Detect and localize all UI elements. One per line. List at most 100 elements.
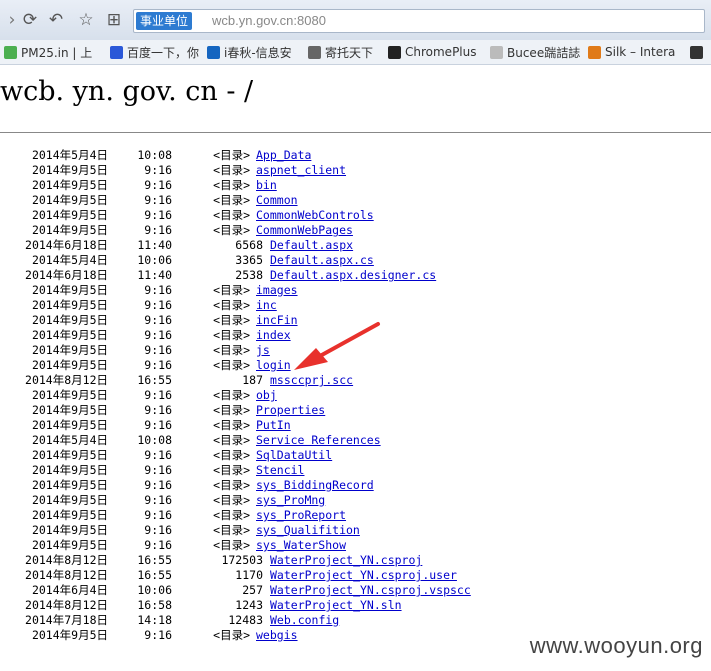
entry-date: 2014年9月5日: [31, 328, 108, 342]
entry-link[interactable]: PutIn: [256, 418, 291, 433]
entry-date: 2014年9月5日: [31, 298, 108, 312]
entry-link[interactable]: webgis: [256, 628, 298, 643]
entry-date: 2014年9月5日: [31, 283, 108, 297]
entry-size: <目录>: [213, 433, 250, 447]
entry-size: <目录>: [213, 478, 250, 492]
entry-link[interactable]: sys_ProMng: [256, 493, 325, 508]
entry-link[interactable]: sys_BiddingRecord: [256, 478, 374, 493]
grid-icon[interactable]: ⊞: [104, 10, 124, 30]
entry-date: 2014年8月12日: [25, 553, 108, 567]
entry-link[interactable]: WaterProject_YN.csproj.vspscc: [270, 583, 471, 598]
entry-date: 2014年6月18日: [25, 238, 108, 252]
entry-link[interactable]: Properties: [256, 403, 325, 418]
entry-date: 2014年9月5日: [31, 538, 108, 552]
entry-date: 2014年9月5日: [31, 628, 108, 642]
entry-time: 9:16: [144, 163, 172, 177]
forward-icon[interactable]: ›: [2, 10, 22, 30]
entry-link[interactable]: CommonWebControls: [256, 208, 374, 223]
bookmark-item[interactable]: Silk – Intera: [588, 40, 675, 64]
entry-date: 2014年6月4日: [31, 583, 108, 597]
bookmarks-bar: PM25.in | 上 百度一下，你 i春秋-信息安 寄托天下 ChromePl…: [0, 40, 711, 65]
browser-toolbar: › ⟳ ↶ ☆ ⊞ 事业单位 wcb.yn.gov.cn:8080: [0, 0, 711, 41]
entry-size: 12483: [228, 613, 263, 627]
bookmark-item[interactable]: 寄托天下: [308, 40, 373, 64]
entry-link[interactable]: images: [256, 283, 298, 298]
bookmark-item[interactable]: ChromePlus: [388, 40, 477, 64]
entry-size: <目录>: [213, 628, 250, 642]
entry-time: 9:16: [144, 463, 172, 477]
entry-size: <目录>: [213, 163, 250, 177]
entry-link[interactable]: Default.aspx.cs: [270, 253, 374, 268]
entry-size: 6568: [235, 238, 263, 252]
entry-date: 2014年9月5日: [31, 178, 108, 192]
entry-date: 2014年9月5日: [31, 223, 108, 237]
entry-link[interactable]: Default.aspx.designer.cs: [270, 268, 436, 283]
entry-size: <目录>: [213, 403, 250, 417]
entry-size: <目录>: [213, 418, 250, 432]
entry-time: 10:08: [137, 148, 172, 162]
page-title: wcb. yn. gov. cn - /: [0, 76, 254, 107]
entry-time: 16:55: [137, 568, 172, 582]
entry-size: <目录>: [213, 283, 250, 297]
entry-link[interactable]: login: [256, 358, 291, 373]
entry-link[interactable]: obj: [256, 388, 277, 403]
entry-link[interactable]: WaterProject_YN.csproj.user: [270, 568, 457, 583]
entry-link[interactable]: aspnet_client: [256, 163, 346, 178]
entry-link[interactable]: WaterProject_YN.csproj: [270, 553, 422, 568]
entry-link[interactable]: WaterProject_YN.sln: [270, 598, 402, 613]
entry-link[interactable]: SqlDataUtil: [256, 448, 332, 463]
address-url[interactable]: wcb.yn.gov.cn:8080: [212, 12, 326, 30]
entry-time: 16:58: [137, 598, 172, 612]
entry-link[interactable]: sys_Qualifition: [256, 523, 360, 538]
entry-date: 2014年9月5日: [31, 208, 108, 222]
bookmark-item[interactable]: PM25.in | 上: [4, 40, 92, 64]
entry-time: 9:16: [144, 328, 172, 342]
star-icon[interactable]: ☆: [76, 10, 96, 30]
entry-date: 2014年8月12日: [25, 373, 108, 387]
silk-icon: [588, 45, 601, 59]
entry-size: <目录>: [213, 448, 250, 462]
entry-time: 9:16: [144, 628, 172, 642]
bookmark-item[interactable]: Bucee踹詰誌: [490, 40, 580, 64]
entry-time: 14:18: [137, 613, 172, 627]
entry-link[interactable]: App_Data: [256, 148, 311, 163]
entry-size: <目录>: [213, 298, 250, 312]
entry-time: 9:16: [144, 403, 172, 417]
entry-time: 9:16: [144, 193, 172, 207]
entry-link[interactable]: sys_WaterShow: [256, 538, 346, 553]
entry-time: 9:16: [144, 418, 172, 432]
bookmark-item[interactable]: [690, 40, 707, 64]
entry-size: <目录>: [213, 178, 250, 192]
entry-size: <目录>: [213, 343, 250, 357]
entry-link[interactable]: Common: [256, 193, 298, 208]
entry-date: 2014年9月5日: [31, 358, 108, 372]
entry-link[interactable]: sys_ProReport: [256, 508, 346, 523]
entry-date: 2014年9月5日: [31, 388, 108, 402]
entry-size: <目录>: [213, 208, 250, 222]
entry-size: 187: [242, 373, 263, 387]
entry-link[interactable]: Web.config: [270, 613, 339, 628]
entry-link[interactable]: inc: [256, 298, 277, 313]
entry-time: 9:16: [144, 298, 172, 312]
entry-link[interactable]: mssccprj.scc: [270, 373, 353, 388]
bookmark-label: PM25.in | 上: [21, 45, 93, 60]
entry-date: 2014年5月4日: [31, 433, 108, 447]
entry-link[interactable]: Default.aspx: [270, 238, 353, 253]
bookmark-label: 百度一下，你: [127, 45, 200, 60]
entry-date: 2014年9月5日: [31, 343, 108, 357]
undo-icon[interactable]: ↶: [46, 10, 66, 30]
entry-link[interactable]: index: [256, 328, 291, 343]
reload-icon[interactable]: ⟳: [20, 10, 40, 30]
bookmark-label: ChromePlus: [405, 45, 477, 59]
entry-size: 1170: [235, 568, 263, 582]
address-bar[interactable]: 事业单位 wcb.yn.gov.cn:8080: [133, 9, 705, 33]
bookmark-item[interactable]: 百度一下，你: [110, 40, 199, 64]
entry-link[interactable]: CommonWebPages: [256, 223, 353, 238]
entry-link[interactable]: Stencil: [256, 463, 304, 478]
entry-time: 11:40: [137, 268, 172, 282]
entry-link[interactable]: bin: [256, 178, 277, 193]
bookmark-item[interactable]: i春秋-信息安: [207, 40, 292, 64]
entry-size: <目录>: [213, 328, 250, 342]
entry-link[interactable]: Service References: [256, 433, 381, 448]
entry-link[interactable]: js: [256, 343, 270, 358]
